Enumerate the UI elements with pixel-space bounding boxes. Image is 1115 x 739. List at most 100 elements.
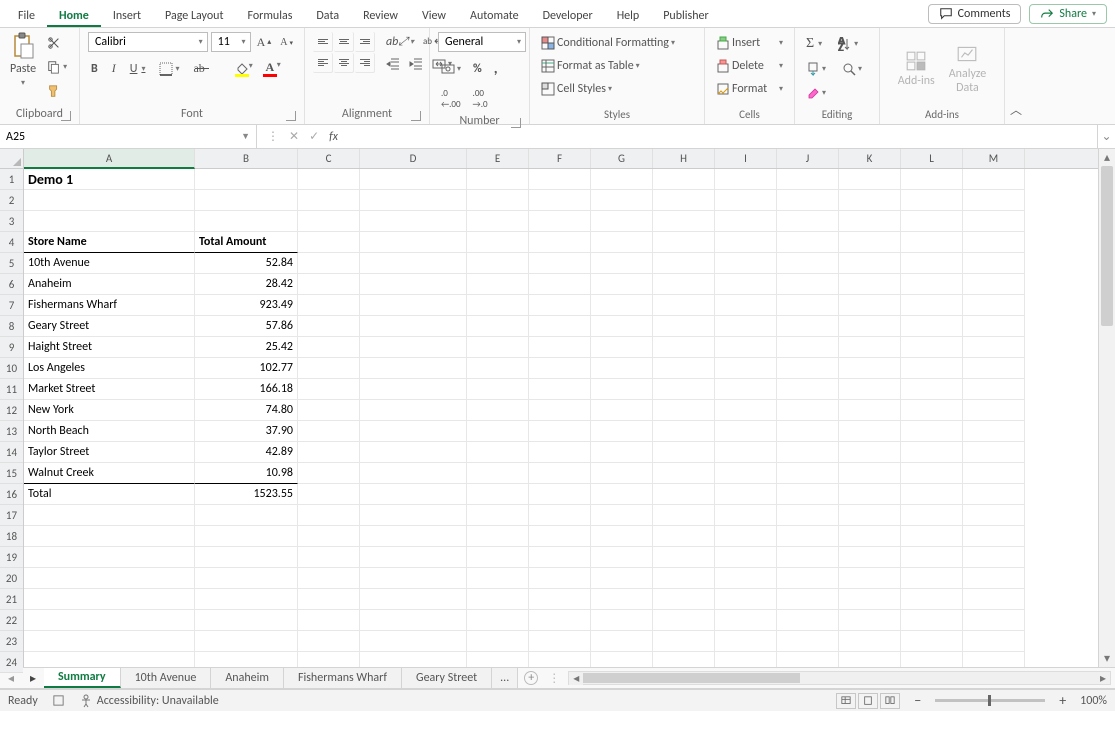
- chevron-down-icon[interactable]: ▼: [241, 131, 250, 142]
- row-header[interactable]: 7: [0, 295, 23, 316]
- font-color-button[interactable]: A▾: [260, 58, 280, 79]
- accounting-button[interactable]: ▾: [438, 60, 464, 78]
- cell[interactable]: [901, 169, 963, 190]
- cell[interactable]: [591, 442, 653, 463]
- share-button[interactable]: Share ▾: [1029, 4, 1107, 24]
- cell[interactable]: [529, 547, 591, 568]
- cell[interactable]: [901, 421, 963, 442]
- cell[interactable]: [963, 316, 1025, 337]
- cell[interactable]: [529, 232, 591, 253]
- column-header[interactable]: H: [653, 149, 715, 168]
- cell[interactable]: [467, 526, 529, 547]
- cell[interactable]: [901, 253, 963, 274]
- cell[interactable]: [24, 610, 195, 631]
- cell[interactable]: Fishermans Wharf: [24, 295, 195, 316]
- normal-view-button[interactable]: [836, 693, 856, 709]
- cell[interactable]: [591, 610, 653, 631]
- font-name-dropdown[interactable]: Calibri▾: [88, 32, 208, 52]
- cell[interactable]: [467, 421, 529, 442]
- cell[interactable]: [298, 631, 360, 652]
- cell[interactable]: [839, 316, 901, 337]
- cell[interactable]: [24, 652, 195, 667]
- tab-developer[interactable]: Developer: [531, 4, 605, 27]
- cell[interactable]: [963, 232, 1025, 253]
- align-center-button[interactable]: [334, 53, 354, 73]
- cell[interactable]: [839, 400, 901, 421]
- cell[interactable]: [360, 421, 467, 442]
- cell[interactable]: [360, 295, 467, 316]
- cell[interactable]: [715, 547, 777, 568]
- fill-color-button[interactable]: ▾: [232, 59, 252, 79]
- cell[interactable]: [901, 442, 963, 463]
- cell[interactable]: [715, 211, 777, 232]
- cell[interactable]: [715, 253, 777, 274]
- cell[interactable]: Market Street: [24, 379, 195, 400]
- cell[interactable]: [777, 295, 839, 316]
- cell[interactable]: [467, 232, 529, 253]
- row-header[interactable]: 21: [0, 589, 23, 610]
- cell[interactable]: [298, 547, 360, 568]
- cell[interactable]: Haight Street: [24, 337, 195, 358]
- row-header[interactable]: 9: [0, 337, 23, 358]
- addins-button[interactable]: Add-ins: [896, 50, 937, 88]
- cell[interactable]: [963, 169, 1025, 190]
- cell[interactable]: [839, 274, 901, 295]
- cell[interactable]: [653, 379, 715, 400]
- cell[interactable]: [963, 421, 1025, 442]
- increase-decimal-button[interactable]: .0←.00: [438, 86, 464, 112]
- select-all-corner[interactable]: [0, 149, 23, 169]
- cell[interactable]: [715, 295, 777, 316]
- cell[interactable]: [360, 442, 467, 463]
- cell[interactable]: [360, 526, 467, 547]
- cell[interactable]: [963, 547, 1025, 568]
- italic-button[interactable]: I: [109, 59, 119, 78]
- cells-area[interactable]: Demo 1Store NameTotal Amount10th Avenue5…: [24, 169, 1098, 667]
- cell[interactable]: [195, 652, 298, 667]
- cell[interactable]: [901, 337, 963, 358]
- cell[interactable]: [715, 610, 777, 631]
- column-header[interactable]: I: [715, 149, 777, 168]
- cell[interactable]: [715, 274, 777, 295]
- sheet-tab[interactable]: Geary Street: [402, 668, 492, 688]
- cell[interactable]: [467, 589, 529, 610]
- cell[interactable]: [467, 610, 529, 631]
- cell[interactable]: [777, 316, 839, 337]
- row-header[interactable]: 19: [0, 547, 23, 568]
- row-header[interactable]: 16: [0, 484, 23, 505]
- row-header[interactable]: 3: [0, 211, 23, 232]
- cell[interactable]: [298, 169, 360, 190]
- cell[interactable]: [839, 463, 901, 484]
- cell[interactable]: [467, 169, 529, 190]
- cell[interactable]: 166.18: [195, 379, 298, 400]
- cell[interactable]: Anaheim: [24, 274, 195, 295]
- cell[interactable]: [360, 631, 467, 652]
- cell[interactable]: [298, 379, 360, 400]
- cell[interactable]: [298, 400, 360, 421]
- cell[interactable]: [839, 484, 901, 505]
- column-header[interactable]: E: [467, 149, 529, 168]
- scroll-thumb[interactable]: [1101, 166, 1113, 326]
- cell[interactable]: [839, 211, 901, 232]
- cell[interactable]: [591, 169, 653, 190]
- cell[interactable]: [963, 589, 1025, 610]
- sheet-tab[interactable]: 10th Avenue: [121, 668, 212, 688]
- row-header[interactable]: 15: [0, 463, 23, 484]
- cell[interactable]: [963, 463, 1025, 484]
- row-header[interactable]: 6: [0, 274, 23, 295]
- cell[interactable]: [653, 505, 715, 526]
- cell[interactable]: 102.77: [195, 358, 298, 379]
- cell[interactable]: [529, 652, 591, 667]
- cell[interactable]: [195, 631, 298, 652]
- find-select-button[interactable]: ▾: [839, 60, 865, 78]
- cell[interactable]: [777, 232, 839, 253]
- cell[interactable]: [715, 631, 777, 652]
- cell[interactable]: [360, 589, 467, 610]
- cell[interactable]: Total: [24, 484, 195, 505]
- cell[interactable]: [591, 358, 653, 379]
- cell[interactable]: [360, 547, 467, 568]
- sheet-tab[interactable]: Fishermans Wharf: [284, 668, 402, 688]
- cell[interactable]: [298, 274, 360, 295]
- row-header[interactable]: 5: [0, 253, 23, 274]
- cell[interactable]: [839, 337, 901, 358]
- cell[interactable]: [901, 610, 963, 631]
